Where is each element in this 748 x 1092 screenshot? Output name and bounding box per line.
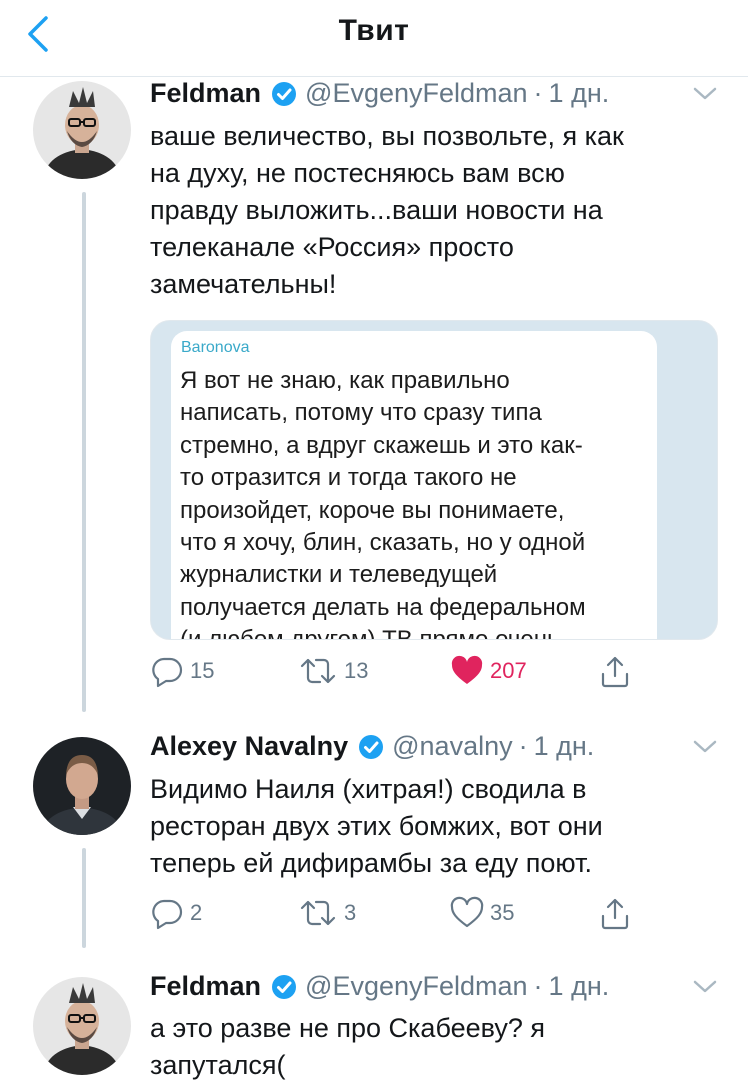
like-button[interactable]: 207 <box>450 654 527 688</box>
tweet-text: Видимо Наиля (хитрая!) сводила в рестора… <box>150 774 603 878</box>
tweet-text: а это разве не про Скабееву? я запутался… <box>150 1013 546 1080</box>
timestamp[interactable]: 1 дн. <box>534 731 595 762</box>
reply-button[interactable]: 15 <box>150 654 214 688</box>
timestamp[interactable]: 1 дн. <box>549 971 610 1002</box>
chevron-down-icon[interactable] <box>692 739 718 755</box>
tweet-header: Feldman @EvgenyFeldman · 1 дн. <box>150 971 609 1002</box>
page-title: Твит <box>338 14 410 47</box>
retweet-count: 13 <box>344 658 369 683</box>
author-handle[interactable]: @navalny <box>392 731 512 762</box>
author-name[interactable]: Alexey Navalny <box>150 731 348 762</box>
like-button[interactable]: 35 <box>450 896 514 930</box>
timestamp[interactable]: 1 дн. <box>549 78 610 109</box>
separator: · <box>533 78 543 108</box>
tweet-media[interactable]: Baronova Я вот не знаю, как правильно на… <box>150 320 718 640</box>
message-author: Baronova <box>181 339 250 356</box>
chevron-down-icon[interactable] <box>692 979 718 995</box>
thread-line <box>82 848 86 948</box>
retweet-count: 3 <box>344 900 357 925</box>
top-bar: Твит <box>0 0 748 77</box>
share-icon <box>601 898 629 930</box>
reply-count: 15 <box>190 658 215 683</box>
share-icon <box>601 656 629 688</box>
author-handle[interactable]: @EvgenyFeldman <box>305 78 528 109</box>
like-count: 207 <box>490 658 527 683</box>
message-text: Я вот не знаю, как правильно написать, п… <box>180 367 586 640</box>
author-handle[interactable]: @EvgenyFeldman <box>305 971 528 1002</box>
tweet-header: Feldman @EvgenyFeldman · 1 дн. <box>150 78 609 109</box>
avatar[interactable] <box>33 737 131 835</box>
like-count: 35 <box>490 900 515 925</box>
heart-icon <box>450 896 484 928</box>
tweet-text: ваше величество, вы позвольте, я как на … <box>150 121 624 299</box>
thread-line <box>82 192 86 712</box>
author-name[interactable]: Feldman <box>150 971 261 1002</box>
reply-count: 2 <box>190 900 203 925</box>
retweet-button[interactable]: 3 <box>298 896 356 930</box>
heart-filled-icon <box>451 655 483 684</box>
share-button[interactable] <box>598 654 632 690</box>
share-button[interactable] <box>598 896 632 932</box>
reply-icon <box>152 657 183 688</box>
separator: · <box>518 731 528 761</box>
verified-badge-icon <box>272 81 297 106</box>
tweet-actions: 15 13 207 <box>150 654 650 694</box>
chevron-down-icon[interactable] <box>692 86 718 102</box>
verified-badge-icon <box>359 734 384 759</box>
reply-icon <box>152 899 183 930</box>
retweet-icon <box>300 658 336 684</box>
retweet-icon <box>300 900 336 926</box>
verified-badge-icon <box>272 974 297 999</box>
avatar[interactable] <box>33 81 131 179</box>
tweet-actions: 2 3 35 <box>150 896 650 936</box>
message-bubble: Baronova Я вот не знаю, как правильно на… <box>171 331 657 640</box>
retweet-button[interactable]: 13 <box>298 654 368 688</box>
tweet-header: Alexey Navalny @navalny · 1 дн. <box>150 731 594 762</box>
reply-button[interactable]: 2 <box>150 896 202 930</box>
avatar[interactable] <box>33 977 131 1075</box>
separator: · <box>533 971 543 1001</box>
author-name[interactable]: Feldman <box>150 78 261 109</box>
